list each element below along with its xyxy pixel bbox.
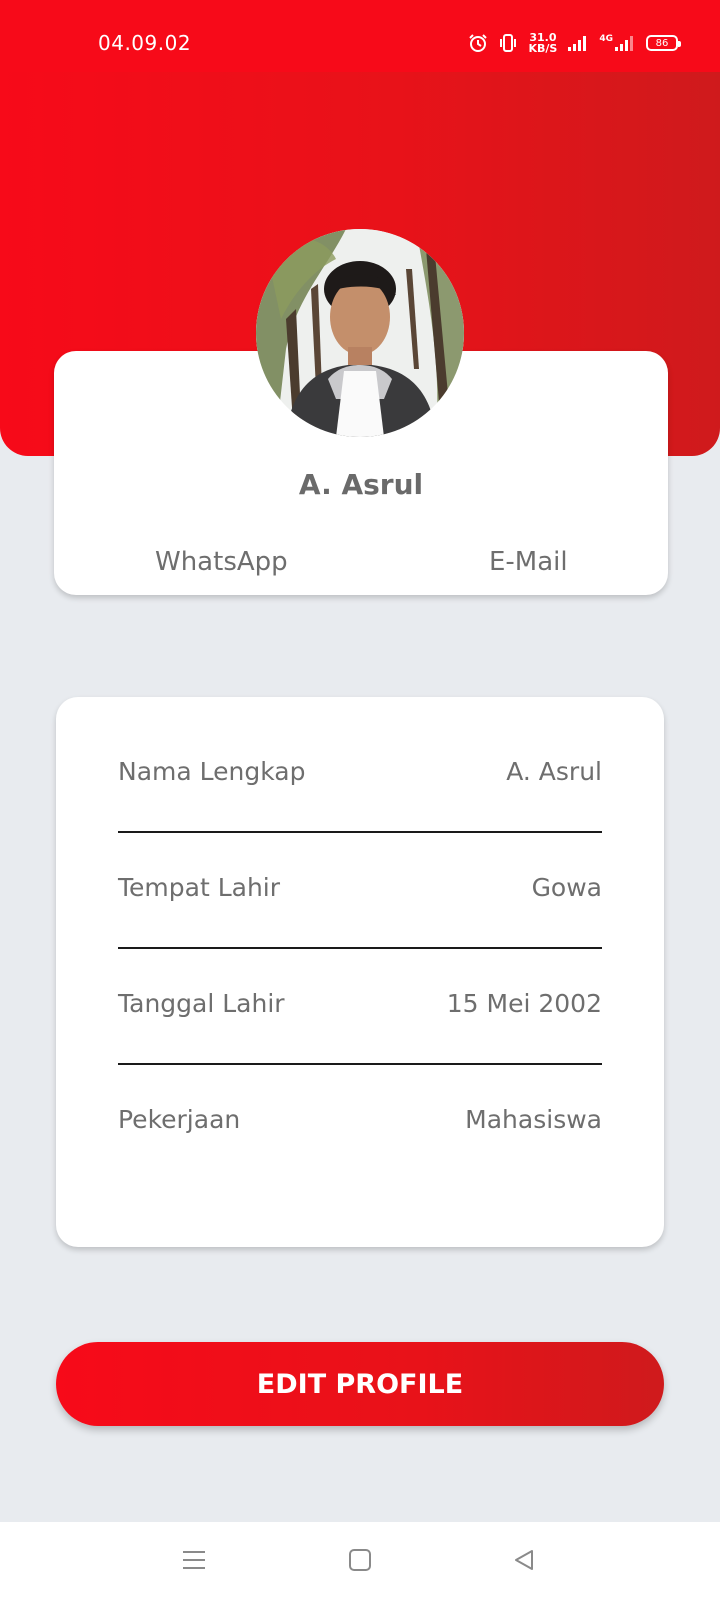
info-label: Tanggal Lahir	[118, 989, 285, 1018]
battery-icon: 86	[646, 35, 681, 51]
back-triangle-icon[interactable]	[504, 1540, 544, 1580]
home-square-icon[interactable]	[340, 1540, 380, 1580]
menu-icon[interactable]	[174, 1540, 214, 1580]
alarm-icon	[468, 33, 488, 53]
net-speed: 31.0 KB/S	[528, 32, 557, 54]
avatar[interactable]	[256, 229, 464, 437]
info-label: Tempat Lahir	[118, 873, 281, 902]
info-row-birthplace: Tempat Lahir Gowa	[118, 833, 602, 949]
battery-level: 86	[655, 37, 669, 49]
edit-profile-button[interactable]: EDIT PROFILE	[56, 1342, 664, 1426]
info-label: Pekerjaan	[118, 1105, 241, 1134]
profile-name: A. Asrul	[298, 468, 424, 501]
network-type-label: 4G	[599, 34, 613, 44]
info-row-occupation: Pekerjaan Mahasiswa	[118, 1065, 602, 1181]
status-icons: 31.0 KB/S 4G 86	[468, 30, 681, 56]
navigation-bar	[0, 1522, 720, 1600]
info-value: Gowa	[531, 873, 602, 902]
info-card: Nama Lengkap A. Asrul Tempat Lahir Gowa …	[56, 697, 664, 1247]
info-label: Nama Lengkap	[118, 757, 306, 786]
info-row-birthdate: Tanggal Lahir 15 Mei 2002	[118, 949, 602, 1065]
signal-4g-icon: 4G	[599, 34, 636, 52]
info-value: A. Asrul	[506, 757, 602, 786]
email-link[interactable]: E-Mail	[489, 547, 568, 577]
signal-icon	[567, 34, 589, 52]
status-time: 04.09.02	[98, 31, 192, 55]
info-value: 15 Mei 2002	[446, 989, 602, 1018]
info-value: Mahasiswa	[465, 1105, 602, 1134]
info-row-full-name: Nama Lengkap A. Asrul	[118, 717, 602, 833]
avatar-photo	[256, 229, 464, 437]
vibrate-icon	[498, 33, 518, 53]
whatsapp-link[interactable]: WhatsApp	[155, 547, 288, 577]
net-speed-unit: KB/S	[528, 42, 558, 55]
status-bar: 04.09.02 31.0 KB/S 4G 86	[0, 0, 720, 72]
